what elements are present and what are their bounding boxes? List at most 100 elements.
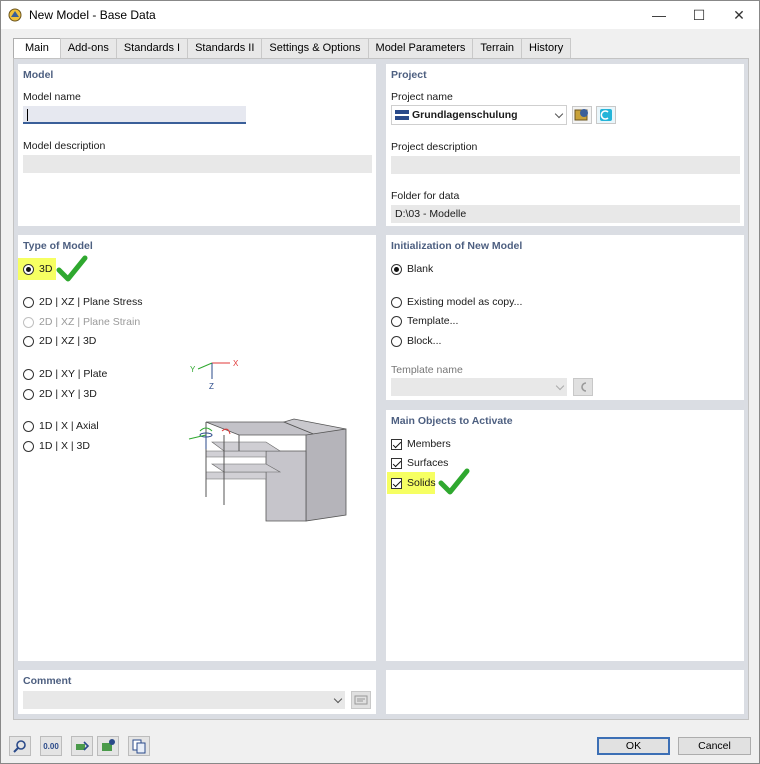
radio-2d-xy-3d-label: 2D | XY | 3D — [39, 388, 97, 400]
ok-button[interactable]: OK — [597, 737, 670, 755]
green-checkmark-icon — [56, 255, 88, 282]
copy-icon — [132, 739, 146, 754]
folder-for-data-input: D:\03 - Modelle — [391, 205, 740, 223]
title-bar: New Model - Base Data — ☐ ✕ — [1, 1, 759, 29]
radio-template[interactable] — [391, 316, 402, 327]
search-icon — [13, 740, 26, 753]
radio-1d-x-3d[interactable] — [23, 441, 34, 452]
search-button[interactable] — [9, 736, 31, 756]
radio-2d-xy-3d[interactable] — [23, 389, 34, 400]
main-objects-panel: Main Objects to Activate Members Surface… — [386, 410, 744, 661]
new-project-icon — [600, 109, 612, 121]
template-browse-button — [573, 378, 593, 396]
folder-for-data-label: Folder for data — [391, 190, 460, 202]
radio-3d-label: 3D — [39, 263, 53, 275]
checkbox-members[interactable] — [391, 439, 402, 450]
checkbox-surfaces[interactable] — [391, 458, 402, 469]
settings-button[interactable] — [97, 736, 119, 756]
radio-block-label: Block... — [407, 335, 442, 347]
radio-template-label: Template... — [407, 315, 459, 327]
tab-standards-i[interactable]: Standards I — [115, 38, 189, 58]
axis-x-label: X — [233, 359, 239, 368]
radio-2d-xz-3d-label: 2D | XZ | 3D — [39, 335, 97, 347]
tab-standards-ii[interactable]: Standards II — [187, 38, 263, 58]
checkbox-solids[interactable] — [391, 478, 402, 489]
dialog-window: New Model - Base Data — ☐ ✕ Main Add-ons… — [0, 0, 760, 764]
model-name-label: Model name — [23, 91, 81, 103]
settings-icon — [102, 739, 115, 751]
model-name-input[interactable] — [23, 106, 246, 124]
new-project-button[interactable] — [596, 106, 616, 124]
radio-existing-model-copy[interactable] — [391, 297, 402, 308]
project-panel: Project Project name Grundlagenschulung — [386, 64, 744, 226]
comment-input[interactable] — [23, 691, 345, 709]
radio-2d-xy-plate[interactable] — [23, 369, 34, 380]
model-view-icon — [76, 741, 90, 751]
radio-1d-x-3d-label: 1D | X | 3D — [39, 440, 90, 452]
radio-blank-label: Blank — [407, 263, 434, 275]
project-flag-icon — [395, 110, 409, 120]
radio-existing-model-copy-label: Existing model as copy... — [407, 296, 523, 308]
coordinate-axes-icon: X Y Z — [190, 359, 239, 391]
radio-3d[interactable] — [23, 264, 34, 275]
project-name-select[interactable]: Grundlagenschulung — [391, 105, 567, 125]
axis-z-label: Z — [209, 382, 214, 391]
comment-title: Comment — [23, 675, 72, 687]
rfem-app-icon — [8, 8, 22, 22]
maximize-button[interactable]: ☐ — [679, 1, 719, 29]
project-description-input — [391, 156, 740, 174]
main-objects-title: Main Objects to Activate — [391, 415, 513, 427]
tab-add-ons[interactable]: Add-ons — [59, 38, 117, 58]
radio-2d-xz-3d[interactable] — [23, 336, 34, 347]
checkbox-members-label: Members — [407, 438, 451, 450]
model-description-label: Model description — [23, 140, 106, 152]
minimize-button[interactable]: — — [639, 1, 679, 29]
model-view-button[interactable] — [71, 736, 93, 756]
project-manager-button[interactable] — [572, 106, 592, 124]
close-button[interactable]: ✕ — [719, 1, 759, 29]
cancel-button[interactable]: Cancel — [678, 737, 751, 755]
type-of-model-title: Type of Model — [23, 240, 93, 252]
tab-main[interactable]: Main — [13, 38, 61, 59]
radio-blank[interactable] — [391, 264, 402, 275]
radio-2d-xz-plane-strain — [23, 317, 34, 328]
tab-terrain[interactable]: Terrain — [472, 38, 523, 58]
tab-content: Model Model name Model description Proje… — [13, 58, 749, 720]
radio-2d-xz-plane-stress[interactable] — [23, 297, 34, 308]
radio-1d-x-axial[interactable] — [23, 421, 34, 432]
template-browse-icon — [581, 382, 587, 392]
comment-panel: Comment — [18, 670, 376, 714]
comment-edit-icon — [354, 695, 368, 705]
comment-edit-button[interactable] — [351, 691, 371, 709]
project-section-title: Project — [391, 69, 427, 81]
window-title: New Model - Base Data — [29, 8, 156, 22]
model-panel: Model Model name Model description — [18, 64, 376, 226]
empty-panel — [386, 670, 744, 714]
project-manager-icon — [574, 109, 588, 121]
tab-settings-options[interactable]: Settings & Options — [261, 38, 369, 58]
template-name-label: Template name — [391, 364, 463, 376]
radio-block[interactable] — [391, 336, 402, 347]
template-name-select — [391, 378, 567, 396]
radio-2d-xz-plane-strain-label: 2D | XZ | Plane Strain — [39, 316, 141, 328]
minimize-icon: — — [652, 7, 666, 23]
initialization-panel: Initialization of New Model Blank Existi… — [386, 235, 744, 400]
tab-bar: Main Add-ons Standards I Standards II Se… — [13, 38, 572, 59]
copy-button[interactable] — [128, 736, 150, 756]
model-3d-preview — [188, 418, 347, 522]
chevron-down-icon — [555, 381, 565, 391]
project-name-label: Project name — [391, 91, 453, 103]
checkbox-solids-label: Solids — [407, 477, 436, 489]
maximize-icon: ☐ — [692, 6, 706, 23]
radio-2d-xy-plate-label: 2D | XY | Plate — [39, 368, 108, 380]
model-description-input[interactable] — [23, 155, 372, 173]
type-of-model-panel: Type of Model 3D 2D | XZ | Plane Stress … — [18, 235, 376, 661]
chevron-down-icon — [333, 694, 343, 704]
tab-history[interactable]: History — [521, 38, 572, 58]
units-button[interactable]: 0.00 — [40, 736, 62, 756]
radio-2d-xz-plane-stress-label: 2D | XZ | Plane Stress — [39, 296, 143, 308]
tab-model-parameters[interactable]: Model Parameters — [367, 38, 474, 58]
folder-for-data-value: D:\03 - Modelle — [395, 208, 467, 220]
green-checkmark-icon — [438, 468, 470, 495]
text-cursor — [27, 109, 28, 121]
